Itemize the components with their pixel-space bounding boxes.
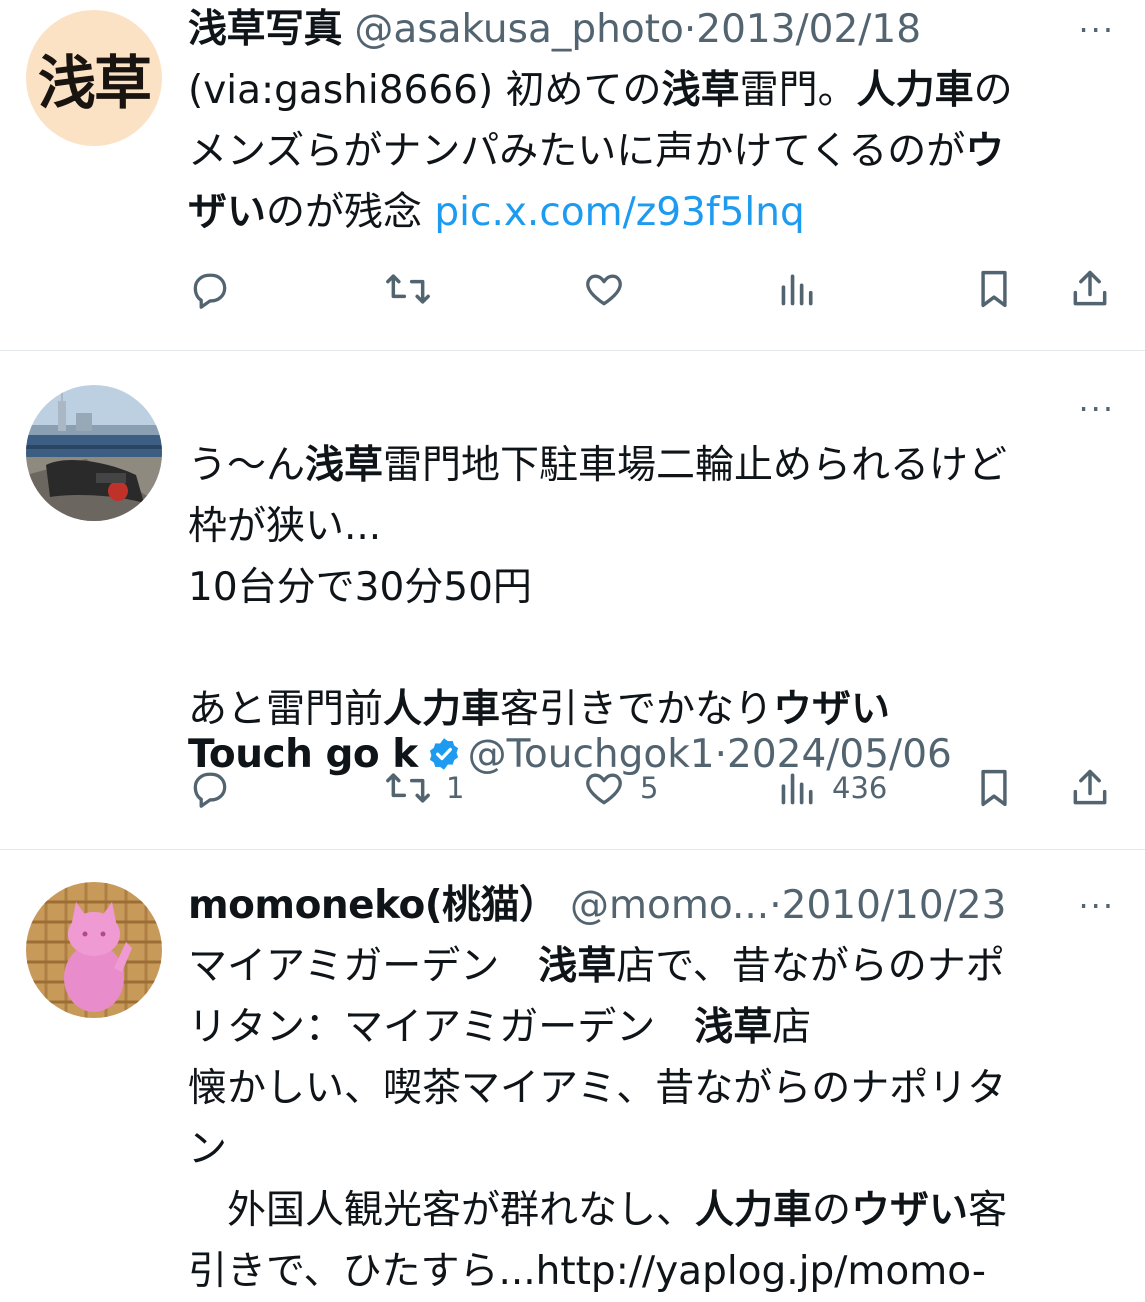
separator-dot: · xyxy=(683,7,697,52)
bookmark-button[interactable] xyxy=(974,763,1014,813)
display-name[interactable]: momoneko(桃猫） xyxy=(188,883,558,928)
tweet-text: (via:gashi8666) 初めての浅草雷門。人力車の メンズらがナンパみた… xyxy=(188,68,1013,235)
views-count: 436 xyxy=(832,771,888,805)
like-button[interactable] xyxy=(582,264,626,314)
like-icon xyxy=(586,274,622,306)
tweet-3[interactable]: momoneko(桃猫） @momo...·2010/10/23 ··· マイア… xyxy=(0,850,1145,1294)
user-handle[interactable]: @asakusa_photo xyxy=(354,7,683,52)
more-icon[interactable]: ··· xyxy=(1064,2,1115,58)
separator-dot: · xyxy=(769,883,782,928)
tweet-date[interactable]: 2010/10/23 xyxy=(782,883,1007,928)
avatar[interactable]: 浅草 xyxy=(26,10,162,146)
like-count: 5 xyxy=(640,771,659,805)
retweet-button[interactable]: 1 xyxy=(384,763,464,813)
retweet-button[interactable] xyxy=(384,264,432,314)
more-icon[interactable]: ··· xyxy=(1064,381,1115,437)
tweet-header: 浅草写真 @asakusa_photo·2013/02/18 xyxy=(188,2,1115,58)
tweet-actions xyxy=(188,264,1115,314)
views-button[interactable]: 436 xyxy=(778,763,887,813)
tweet-text: マイアミガーデン 浅草店で、昔ながらのナポ リタン：マイアミガーデン 浅草店 懐… xyxy=(188,944,1008,1294)
user-handle[interactable]: @momo... xyxy=(570,883,769,928)
retweet-count: 1 xyxy=(446,771,465,805)
reply-icon xyxy=(193,273,227,309)
like-icon xyxy=(586,773,622,805)
share-button[interactable] xyxy=(1068,763,1112,813)
bookmark-icon xyxy=(981,270,1007,308)
more-icon[interactable]: ··· xyxy=(1064,878,1115,934)
views-icon xyxy=(781,274,813,306)
tweet-date[interactable]: 2013/02/18 xyxy=(696,7,921,52)
share-icon xyxy=(1073,270,1107,306)
retweet-icon xyxy=(386,274,430,304)
views-button[interactable] xyxy=(778,264,818,314)
bookmark-button[interactable] xyxy=(974,264,1014,314)
like-button[interactable]: 5 xyxy=(582,763,658,813)
share-icon xyxy=(1073,769,1107,805)
reply-button[interactable] xyxy=(188,264,232,314)
retweet-icon xyxy=(386,773,430,803)
share-button[interactable] xyxy=(1068,264,1112,314)
views-icon xyxy=(781,773,813,805)
tweet-1[interactable]: 浅草 浅草写真 @asakusa_photo·2013/02/18 ··· (v… xyxy=(0,0,1145,351)
reply-button[interactable] xyxy=(188,763,232,813)
display-name[interactable]: 浅草写真 xyxy=(188,7,343,52)
tweet-actions: 1 5 436 xyxy=(188,763,1115,813)
reply-icon xyxy=(193,772,227,808)
avatar-photo xyxy=(26,882,162,1018)
avatar[interactable] xyxy=(26,385,162,521)
tweet-header: momoneko(桃猫） @momo...·2010/10/23 xyxy=(188,878,1115,934)
avatar-photo xyxy=(26,385,162,521)
tweet-text: う〜ん浅草雷門地下駐車場二輪止められるけど 枠が狭い... 10台分で30分50… xyxy=(188,443,1008,732)
avatar-logo-text: 浅草 xyxy=(37,49,152,117)
media-link[interactable]: pic.x.com/z93f5lnq xyxy=(434,190,804,235)
tweet-2[interactable]: Touch go k @Touchgok1·2024/05/06 ··· う〜ん浅… xyxy=(0,351,1145,850)
avatar[interactable] xyxy=(26,882,162,1018)
bookmark-icon xyxy=(981,769,1007,807)
